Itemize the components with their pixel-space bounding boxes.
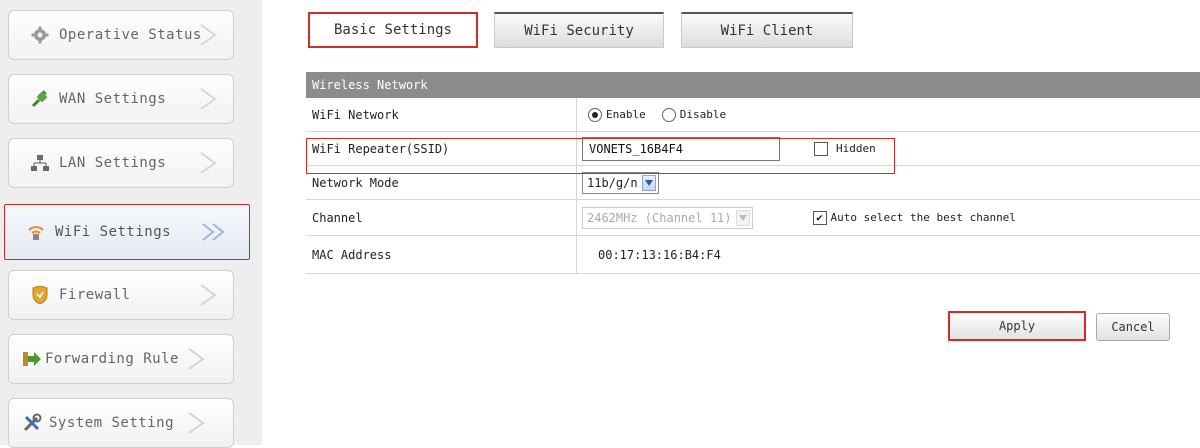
- channel-select[interactable]: 2462MHz (Channel 11): [582, 206, 753, 229]
- sidebar-item-label: System Setting: [49, 415, 175, 431]
- network-mode-row: Network Mode 11b/g/n: [306, 166, 1200, 200]
- sidebar-item-firewall[interactable]: Firewall: [8, 270, 234, 320]
- cancel-button-label: Cancel: [1111, 320, 1155, 334]
- hidden-checkbox-label: Hidden: [836, 142, 876, 155]
- sidebar-item-lan-settings[interactable]: LAN Settings: [8, 138, 234, 188]
- wireless-network-panel: Wireless Network WiFi Network Enable Dis…: [306, 72, 1200, 274]
- disable-radio-label: Disable: [679, 108, 727, 121]
- enable-radio-label: Enable: [606, 108, 646, 121]
- channel-value: 2462MHz (Channel 11): [587, 210, 732, 225]
- disable-radio[interactable]: [661, 107, 676, 122]
- chevron-right-icon: [197, 151, 219, 175]
- auto-channel-checkbox[interactable]: ✔: [812, 210, 827, 225]
- ssid-input[interactable]: [582, 136, 780, 161]
- tab-label: Basic Settings: [333, 22, 452, 38]
- wifi-network-row: WiFi Network Enable Disable: [306, 98, 1200, 132]
- channel-label: Channel: [312, 211, 363, 225]
- tab-label: WiFi Security: [524, 22, 634, 39]
- wifi-network-label: WiFi Network: [312, 108, 399, 122]
- sidebar-item-operative-status[interactable]: Operative Status: [8, 10, 234, 60]
- shield-icon: [29, 284, 51, 306]
- sidebar-item-label: LAN Settings: [59, 155, 167, 171]
- panel-title: Wireless Network: [306, 72, 1200, 98]
- mac-address-row: MAC Address 00:17:13:16:B4:F4: [306, 236, 1200, 274]
- sidebar-item-label: Firewall: [59, 287, 131, 303]
- sidebar-item-label: Operative Status: [59, 27, 202, 43]
- mac-address-label: MAC Address: [312, 248, 392, 262]
- main-content: Basic Settings WiFi Security WiFi Client…: [272, 0, 1200, 445]
- sidebar-item-wifi-settings[interactable]: WiFi Settings: [4, 204, 250, 260]
- network-mode-label: Network Mode: [312, 176, 399, 190]
- network-mode-value: 11b/g/n: [587, 175, 638, 190]
- tools-icon: [21, 412, 43, 434]
- chevron-right-icon: [197, 87, 219, 111]
- sidebar-item-label: WAN Settings: [59, 91, 167, 107]
- ssid-label: WiFi Repeater(SSID): [312, 142, 450, 156]
- apply-button[interactable]: Apply: [948, 311, 1086, 341]
- sidebar-item-system-setting[interactable]: System Setting: [8, 398, 234, 448]
- network-mode-select[interactable]: 11b/g/n: [582, 171, 659, 194]
- chevron-down-icon: [641, 174, 656, 191]
- channel-row: Channel 2462MHz (Channel 11) ✔ Auto sele…: [306, 200, 1200, 236]
- chevron-right-icon: [185, 411, 207, 435]
- chevron-right-icon: [185, 347, 207, 371]
- ssid-row: WiFi Repeater(SSID) Hidden: [306, 132, 1200, 166]
- forward-arrow-icon: [21, 348, 43, 370]
- chevron-down-icon: [735, 209, 750, 226]
- cancel-button[interactable]: Cancel: [1096, 313, 1170, 341]
- gear-icon: [29, 24, 51, 46]
- enable-radio[interactable]: [588, 107, 602, 122]
- hidden-checkbox[interactable]: [814, 141, 828, 156]
- tab-label: WiFi Client: [720, 22, 814, 39]
- wifi-icon: [25, 221, 47, 243]
- sidebar-item-label: WiFi Settings: [55, 224, 172, 240]
- sidebar-item-wan-settings[interactable]: WAN Settings: [8, 74, 234, 124]
- tab-wifi-client[interactable]: WiFi Client: [681, 12, 853, 48]
- sidebar-nav: Operative Status WAN Settings LAN Settin…: [0, 0, 262, 448]
- mac-address-value: 00:17:13:16:B4:F4: [598, 247, 721, 262]
- chevron-right-icon: [197, 23, 219, 47]
- plug-icon: [29, 88, 51, 110]
- network-icon: [29, 152, 51, 174]
- apply-button-label: Apply: [998, 319, 1036, 333]
- double-chevron-right-icon: [201, 220, 225, 244]
- sidebar-item-forwarding-rule[interactable]: Forwarding Rule: [8, 334, 234, 384]
- tab-wifi-security[interactable]: WiFi Security: [494, 12, 664, 48]
- sidebar-item-label: Forwarding Rule: [45, 351, 179, 367]
- auto-channel-label: Auto select the best channel: [830, 211, 1016, 224]
- chevron-right-icon: [197, 283, 219, 307]
- tab-basic-settings[interactable]: Basic Settings: [308, 12, 478, 48]
